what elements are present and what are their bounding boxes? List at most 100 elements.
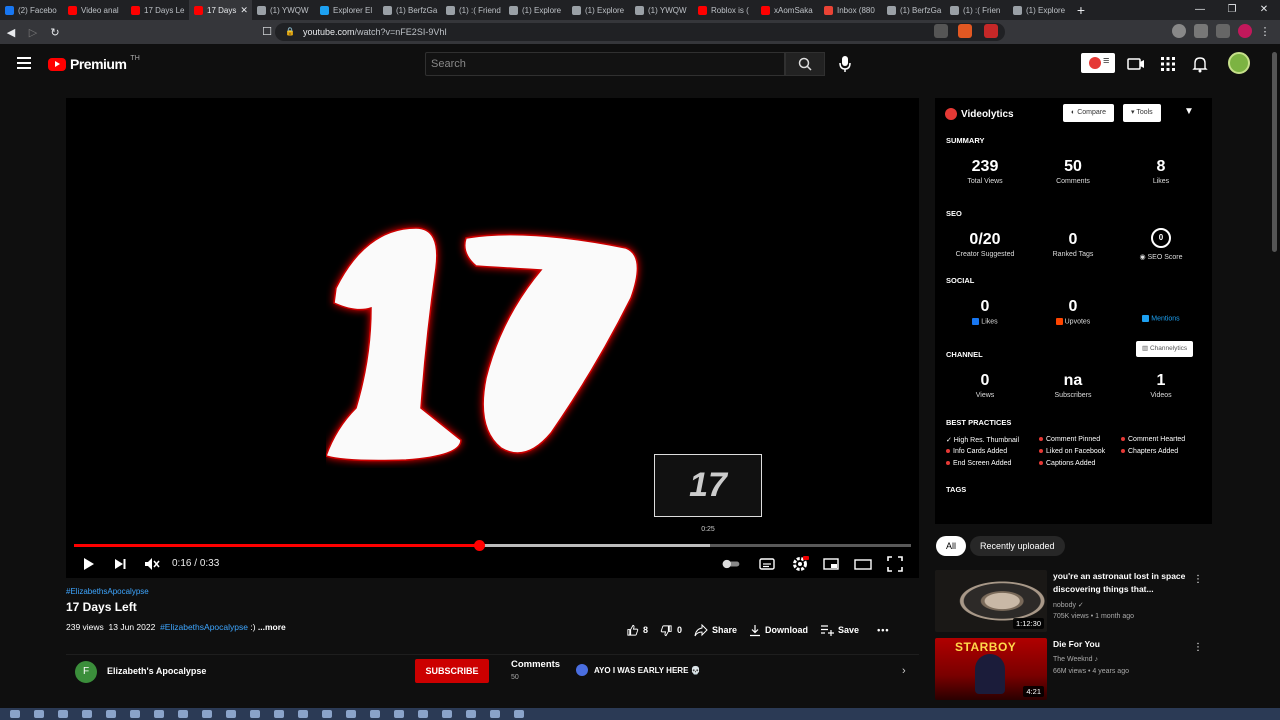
recommended-channel[interactable]: nobody ✓ — [1053, 601, 1084, 609]
browser-tab[interactable]: Video anal — [63, 0, 126, 20]
browser-tab[interactable]: (1) Explore — [567, 0, 630, 20]
taskbar-app-icon[interactable] — [154, 710, 164, 718]
browser-tab[interactable]: (1) :( Frien — [945, 0, 1008, 20]
search-input[interactable]: Search — [425, 52, 785, 76]
browser-tab[interactable]: Inbox (880 — [819, 0, 882, 20]
subscribe-button[interactable]: SUBSCRIBE — [415, 659, 489, 683]
compare-button[interactable]: ◐ Compare — [1063, 104, 1114, 122]
reading-list-icon[interactable] — [1194, 24, 1208, 38]
chevron-right-icon[interactable]: › — [902, 665, 906, 677]
channel-name[interactable]: Elizabeth's Apocalypse — [107, 666, 206, 676]
taskbar-app-icon[interactable] — [442, 710, 452, 718]
show-more-link[interactable]: ...more — [258, 622, 286, 632]
taskbar-app-icon[interactable] — [346, 710, 356, 718]
autoplay-toggle-icon[interactable] — [721, 554, 741, 574]
taskbar-app-icon[interactable] — [490, 710, 500, 718]
chip-all[interactable]: All — [936, 536, 967, 556]
taskbar-app-icon[interactable] — [58, 710, 68, 718]
video-thumbnail[interactable]: 1:12:30 — [935, 570, 1047, 632]
taskbar-app-icon[interactable] — [34, 710, 44, 718]
description-hashtag[interactable]: #ElizabethsApocalypse — [160, 622, 248, 632]
search-button[interactable] — [785, 52, 825, 76]
stat-twitter-mentions[interactable]: Mentions — [1117, 313, 1205, 322]
taskbar-app-icon[interactable] — [274, 710, 284, 718]
taskbar-app-icon[interactable] — [130, 710, 140, 718]
sidebar-icon[interactable] — [1216, 24, 1230, 38]
taskbar-app-icon[interactable] — [226, 710, 236, 718]
taskbar-app-icon[interactable] — [394, 710, 404, 718]
taskbar-app-icon[interactable] — [82, 710, 92, 718]
taskbar-app-icon[interactable] — [418, 710, 428, 718]
video-player[interactable]: 17 0:25 0:16 / 0:33 — [66, 98, 919, 578]
reload-icon[interactable]: ↻ — [44, 26, 66, 39]
browser-tab[interactable]: 17 Days Le — [126, 0, 189, 20]
collapse-panel-icon[interactable]: ▼ — [1184, 106, 1194, 117]
taskbar-app-icon[interactable] — [250, 710, 260, 718]
comments-summary[interactable]: Comments 50 — [511, 659, 560, 681]
create-video-icon[interactable] — [1126, 54, 1146, 74]
browser-tab[interactable]: (1) Explore — [1008, 0, 1071, 20]
cast-icon[interactable] — [934, 24, 948, 38]
browser-tab[interactable]: (1) Explore — [504, 0, 567, 20]
browser-tab[interactable]: (1) YWQW — [252, 0, 315, 20]
taskbar-app-icon[interactable] — [298, 710, 308, 718]
new-tab-button[interactable]: + — [1071, 2, 1091, 18]
play-icon[interactable] — [78, 554, 98, 574]
close-window-icon[interactable]: ✕ — [1248, 0, 1280, 20]
save-button[interactable]: Save — [820, 624, 859, 636]
fullscreen-icon[interactable] — [885, 554, 905, 574]
top-comment[interactable]: AYO I WAS EARLY HERE 💀 — [576, 664, 701, 676]
video-meta[interactable]: 239 views 13 Jun 2022 #ElizabethsApocaly… — [66, 622, 286, 632]
videolytics-toolbar-icon[interactable]: ≡ — [1081, 53, 1115, 73]
browser-tab[interactable]: (1) BerfzGa — [882, 0, 945, 20]
more-options-icon[interactable]: ⋮ — [1193, 574, 1203, 585]
notifications-bell-icon[interactable] — [1190, 54, 1210, 74]
browser-tab[interactable]: Roblox is ( — [693, 0, 756, 20]
taskbar-app-icon[interactable] — [514, 710, 524, 718]
browser-tab[interactable]: Explorer El — [315, 0, 378, 20]
channel-avatar[interactable]: F — [75, 661, 97, 683]
brave-icon[interactable] — [958, 24, 972, 38]
forward-icon[interactable]: ▷ — [22, 26, 44, 39]
share-button[interactable]: Share — [694, 623, 737, 637]
mute-icon[interactable] — [142, 554, 162, 574]
more-options-icon[interactable]: ⋮ — [1193, 642, 1203, 653]
hamburger-menu-icon[interactable] — [17, 57, 31, 69]
taskbar-app-icon[interactable] — [106, 710, 116, 718]
video-thumbnail[interactable]: STARBOY 4:21 — [935, 638, 1047, 700]
miniplayer-icon[interactable] — [821, 554, 841, 574]
puzzle-icon[interactable] — [1172, 24, 1186, 38]
taskbar-app-icon[interactable] — [10, 710, 20, 718]
url-field[interactable]: 🔒 youtube.com/watch?v=nFE2SI-9VhI — [275, 23, 1005, 41]
taskbar-app-icon[interactable] — [322, 710, 332, 718]
taskbar-app-icon[interactable] — [202, 710, 212, 718]
recommended-channel[interactable]: The Weeknd ♪ — [1053, 656, 1098, 663]
browser-tab[interactable]: (1) :( Friend — [441, 0, 504, 20]
extension-icon[interactable] — [984, 24, 998, 38]
youtube-logo[interactable]: Premium TH — [48, 55, 140, 73]
user-avatar[interactable] — [1228, 52, 1250, 74]
like-button[interactable]: 8 — [626, 624, 648, 637]
tools-button[interactable]: ▾ Tools — [1123, 104, 1161, 122]
apps-grid-icon[interactable] — [1158, 54, 1178, 74]
browser-tab[interactable]: (1) BerfzGa — [378, 0, 441, 20]
taskbar-app-icon[interactable] — [466, 710, 476, 718]
download-button[interactable]: Download — [749, 624, 808, 637]
more-actions-icon[interactable]: ••• — [877, 625, 889, 635]
page-scrollbar[interactable] — [1270, 44, 1280, 708]
theater-mode-icon[interactable] — [853, 554, 873, 574]
menu-icon[interactable]: ⋮ — [1254, 25, 1276, 38]
back-icon[interactable]: ◀ — [0, 26, 22, 39]
minimize-icon[interactable]: — — [1184, 0, 1216, 20]
chip-recently-uploaded[interactable]: Recently uploaded — [970, 536, 1065, 556]
browser-tab[interactable]: 17 Days ✕ — [189, 0, 252, 20]
taskbar-app-icon[interactable] — [370, 710, 380, 718]
channelytics-button[interactable]: ▥ Channelytics — [1136, 341, 1194, 357]
close-tab-icon[interactable]: ✕ — [240, 5, 248, 16]
taskbar-app-icon[interactable] — [178, 710, 188, 718]
progress-bar[interactable] — [74, 540, 911, 551]
recommended-title[interactable]: you're an astronaut lost in space discov… — [1053, 570, 1193, 596]
recommended-title[interactable]: Die For You — [1053, 638, 1193, 651]
scrollbar-thumb[interactable] — [1272, 52, 1277, 252]
recommended-video[interactable]: STARBOY 4:21 Die For You The Weeknd ♪ 66… — [935, 638, 1215, 700]
